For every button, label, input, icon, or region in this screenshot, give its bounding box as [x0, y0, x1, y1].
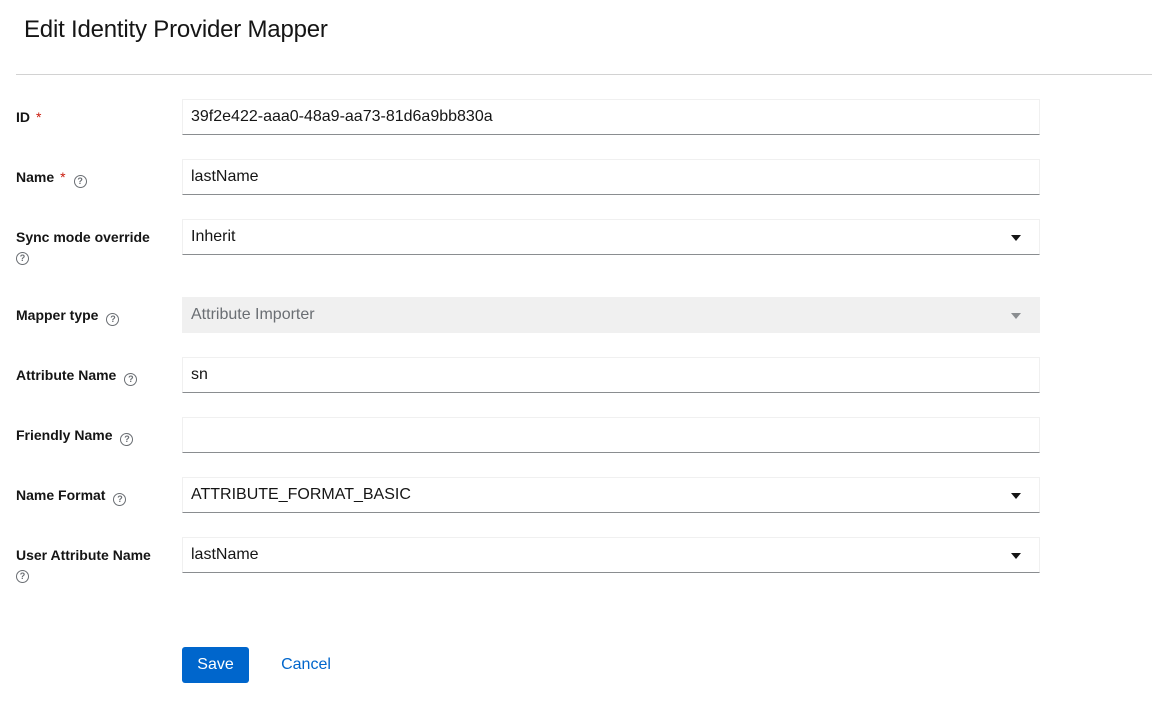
help-circle-icon[interactable]: ? — [120, 433, 134, 446]
required-marker: * — [36, 109, 42, 125]
name-label: Name *? — [16, 166, 87, 188]
help-circle-icon[interactable]: ? — [106, 313, 120, 326]
name-format-select[interactable]: ATTRIBUTE_FORMAT_BASIC — [182, 477, 1040, 513]
required-marker: * — [60, 169, 66, 185]
caret-down-icon — [1011, 235, 1021, 241]
caret-down-icon — [1011, 493, 1021, 499]
sync-mode-label: Sync mode override ? — [16, 229, 150, 265]
user-attribute-name-label: User Attribute Name ? — [16, 547, 151, 583]
help-circle-icon[interactable]: ? — [113, 493, 127, 506]
user-attribute-name-select[interactable]: lastName — [182, 537, 1040, 573]
id-input[interactable] — [182, 99, 1040, 135]
save-button[interactable]: Save — [182, 647, 249, 683]
id-label: ID * — [16, 109, 42, 125]
attribute-name-input[interactable] — [182, 357, 1040, 393]
caret-down-icon — [1011, 553, 1021, 559]
name-input[interactable] — [182, 159, 1040, 195]
help-circle-icon[interactable]: ? — [73, 175, 87, 188]
cancel-button[interactable]: Cancel — [270, 647, 342, 683]
mapper-type-label: Mapper type? — [16, 304, 120, 326]
friendly-name-input[interactable] — [182, 417, 1040, 453]
help-circle-icon[interactable]: ? — [16, 570, 29, 583]
caret-down-icon — [1011, 313, 1021, 319]
mapper-type-select: Attribute Importer — [182, 297, 1040, 333]
page-title: Edit Identity Provider Mapper — [24, 16, 328, 43]
attribute-name-label: Attribute Name? — [16, 364, 138, 386]
sync-mode-select[interactable]: Inherit — [182, 219, 1040, 255]
help-circle-icon[interactable]: ? — [16, 252, 29, 265]
header-divider — [16, 74, 1152, 75]
friendly-name-label: Friendly Name? — [16, 424, 134, 446]
help-circle-icon[interactable]: ? — [124, 373, 138, 386]
name-format-label: Name Format? — [16, 484, 127, 506]
